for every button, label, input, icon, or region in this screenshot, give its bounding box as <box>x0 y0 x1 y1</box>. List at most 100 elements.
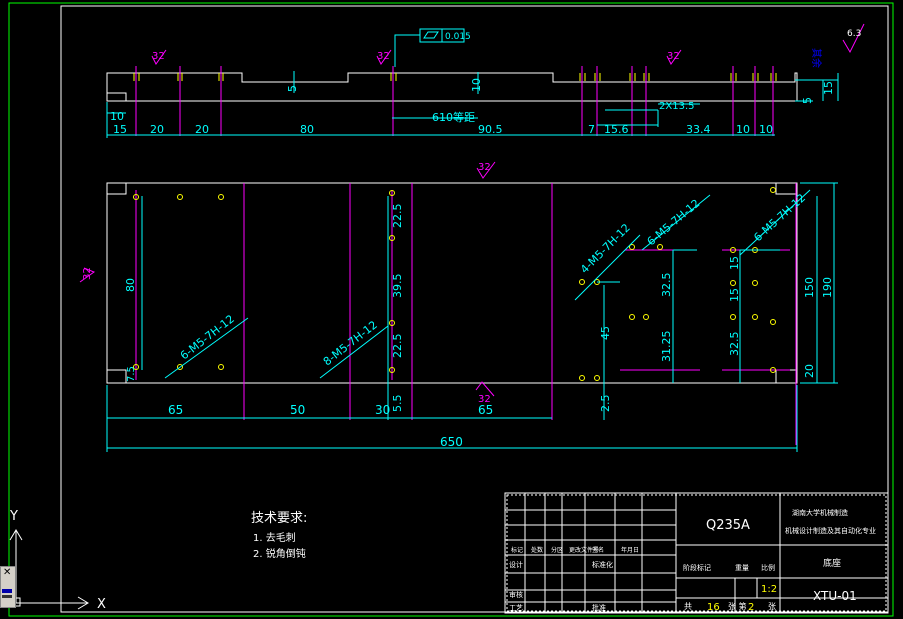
threaded-hole <box>752 314 758 320</box>
drawing-number: XTU-01 <box>813 589 857 603</box>
threaded-hole <box>629 314 635 320</box>
thread-label: 6-M5-7H-12 <box>751 191 808 244</box>
roughness-text: 32 <box>82 267 93 280</box>
overall-spacing-label: 610等距 <box>432 110 475 124</box>
lower-dim: 2.5 <box>599 395 612 413</box>
lower-dim: 15 <box>728 256 741 270</box>
top-bottom-dim: 7 <box>588 123 595 136</box>
total-label: 共 <box>684 602 692 611</box>
front-bottom-dim: 65 <box>168 403 183 417</box>
depth-label: 10 <box>470 78 483 92</box>
stage-label: 比例 <box>761 563 775 572</box>
front-dimension-lines <box>106 182 838 452</box>
threaded-hole <box>579 375 585 381</box>
notes-item: 1. 去毛刺 <box>253 532 296 544</box>
thread-label: 4-M5-7H-12 <box>578 221 633 276</box>
threaded-hole <box>770 319 776 325</box>
right-dim: 15 <box>822 81 835 95</box>
top-view-outline <box>106 72 798 102</box>
lower-dim: 32.5 <box>728 332 741 357</box>
close-icon[interactable]: ✕ <box>3 567 11 579</box>
slot-label: 2X13.5 <box>659 101 694 112</box>
threaded-hole <box>770 187 776 193</box>
sheet-end: 张 <box>768 602 776 611</box>
row-cell: 批准 <box>592 603 606 612</box>
roughness-text: 32 <box>152 51 165 62</box>
material-text: Q235A <box>706 518 750 533</box>
lower-dim: 31.25 <box>660 331 673 363</box>
threaded-hole <box>177 194 183 200</box>
stage-label: 阶段标记 <box>683 563 711 572</box>
top-view <box>106 66 839 138</box>
scale-value: 1:2 <box>761 584 777 595</box>
top-bottom-dim: 80 <box>300 123 314 136</box>
threaded-hole <box>218 194 224 200</box>
threaded-hole <box>594 375 600 381</box>
ucs-x-label: X <box>97 597 106 612</box>
tool-palette[interactable]: ✕ <box>0 566 16 608</box>
right-dim: 5 <box>801 97 814 104</box>
top-bottom-dim: 10 <box>759 123 773 136</box>
stage-label: 重量 <box>735 564 749 572</box>
roughness-text: 32 <box>478 162 491 173</box>
threaded-hole <box>730 280 736 286</box>
ucs-icon <box>9 529 89 610</box>
header-cell: 标记 <box>511 546 523 554</box>
surface-finish-value: 6.3 <box>847 29 861 39</box>
right-dim: 190 <box>821 277 834 298</box>
row-label: 工艺 <box>509 604 523 612</box>
notes-item: 2. 锐角倒钝 <box>253 547 306 560</box>
lower-dim: 15 <box>728 288 741 302</box>
drawing-frame <box>60 5 889 613</box>
lower-dim: 32.5 <box>660 273 673 298</box>
ucs-y-label: Y <box>9 509 18 524</box>
header-cell: 签名 <box>592 546 604 554</box>
top-bottom-dim: 90.5 <box>478 123 503 136</box>
top-view-hole-marks <box>133 73 777 81</box>
threaded-hole <box>579 279 585 285</box>
sheet-label: 张 第 <box>728 601 747 611</box>
threaded-hole <box>730 314 736 320</box>
cad-drawing-canvas[interactable]: 32 32 32 0.015 610等距 2X13.5 5 10 5 15 10 15 20 20 80 90… <box>0 0 903 619</box>
roughness-text: 32 <box>377 51 390 62</box>
tolerance-value: 0.015 <box>445 32 471 42</box>
row-label: 审核 <box>509 590 523 599</box>
header-cell: 分区 <box>551 546 563 554</box>
part-name: 底座 <box>823 557 841 569</box>
school-text: 湖南大学机械制造 <box>792 508 848 517</box>
front-bottom-dim: 30 <box>375 403 390 417</box>
roughness-text: 32 <box>667 51 680 62</box>
thread-label: 6-M5-7H-12 <box>178 312 237 362</box>
total-width-dim: 650 <box>440 435 463 449</box>
thread-label: 6-M5-7H-12 <box>645 197 703 249</box>
threaded-hole <box>218 364 224 370</box>
threaded-hole <box>752 280 758 286</box>
right-dim: 150 <box>803 277 816 298</box>
project-text: 机械设计制造及其自动化专业 <box>785 526 876 535</box>
height-dim: 80 <box>124 278 137 292</box>
top-bottom-dim: 10 <box>110 110 124 123</box>
palette-grip-icon <box>2 595 12 598</box>
mid-dim: 22.5 <box>391 204 404 229</box>
mid-dim: 39.5 <box>391 274 404 299</box>
threaded-hole <box>643 314 649 320</box>
top-bottom-dim: 20 <box>195 123 209 136</box>
right-dim: 20 <box>803 364 816 378</box>
mid-dim: 5.5 <box>391 395 404 413</box>
depth-label: 5 <box>286 85 299 92</box>
threaded-hole <box>657 244 663 250</box>
top-roughness-symbols <box>151 49 682 65</box>
lower-dim: 45 <box>599 326 612 340</box>
header-cell: 年月日 <box>621 546 639 554</box>
top-bottom-dim: 20 <box>150 123 164 136</box>
surface-finish-label: 其余 <box>810 48 823 68</box>
front-bottom-dim: 65 <box>478 403 493 417</box>
front-bottom-dim: 50 <box>290 403 305 417</box>
top-bottom-dim: 15.6 <box>604 123 629 136</box>
row-label: 设计 <box>509 560 523 569</box>
top-bottom-dim: 33.4 <box>686 123 711 136</box>
sheet-no: 2 <box>748 602 754 613</box>
mid-dim: 22.5 <box>391 334 404 359</box>
front-center-lines <box>135 183 797 445</box>
header-cell: 处数 <box>531 546 543 554</box>
